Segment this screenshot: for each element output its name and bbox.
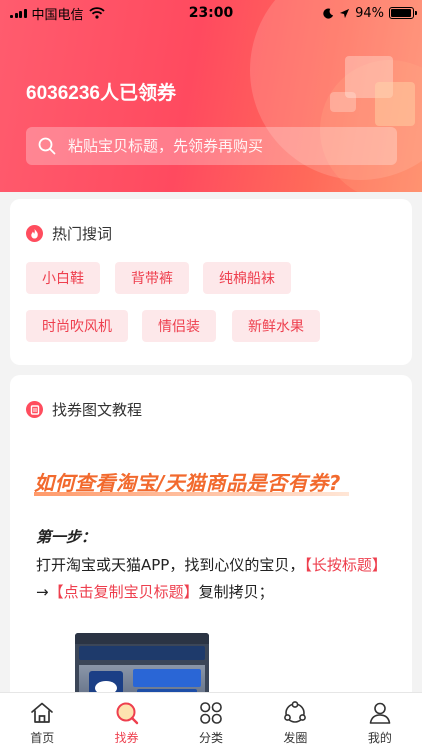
battery-icon xyxy=(389,7,417,19)
gift-box-decoration xyxy=(375,82,415,126)
tab-label: 我的 xyxy=(367,731,392,745)
claimed-count: 6036236人已领券 xyxy=(26,83,176,104)
tab-label: 发圈 xyxy=(283,731,308,745)
flame-icon xyxy=(26,225,43,242)
hot-search-header: 热门搜词 xyxy=(26,223,112,244)
tab-coupon-search[interactable]: 找券 xyxy=(84,693,168,750)
tab-category[interactable]: 分类 xyxy=(169,693,253,750)
hero-banner: 6036236人已领券 xyxy=(0,0,422,192)
tab-label: 找券 xyxy=(114,731,139,745)
step-text: 打开淘宝或天猫APP，找到心仪的宝贝， xyxy=(36,556,305,574)
battery-percent: 94% xyxy=(355,5,384,21)
cellular-signal-icon xyxy=(10,8,27,18)
tab-share[interactable]: 发圈 xyxy=(253,693,337,750)
tab-label: 分类 xyxy=(199,731,224,745)
step-highlight: 【点击复制宝贝标题】 xyxy=(48,583,199,601)
step-highlight: 【长按标题】 xyxy=(304,556,387,574)
search-input[interactable] xyxy=(68,137,397,155)
tutorial-header: 找券图文教程 xyxy=(26,399,142,420)
tutorial-heading: 如何查看淘宝/天猫商品是否有券? xyxy=(34,471,341,495)
hot-search-tag[interactable]: 背带裤 xyxy=(115,262,189,294)
tutorial-icon xyxy=(26,401,43,418)
tab-label: 首页 xyxy=(30,731,55,745)
hot-search-tag[interactable]: 小白鞋 xyxy=(26,262,100,294)
user-icon xyxy=(369,702,391,724)
battery-level xyxy=(391,9,411,17)
step-text: 复制拷贝； xyxy=(198,583,274,601)
hot-search-tag[interactable]: 纯棉船袜 xyxy=(203,262,291,294)
tutorial-card: 找券图文教程 如何查看淘宝/天猫商品是否有券? 第一步： 打开淘宝或天猫APP，… xyxy=(10,375,412,705)
carrier-name: 中国电信 xyxy=(31,7,84,23)
bottom-tab-bar: 首页 找券 分类 发圈 我的 xyxy=(0,692,422,750)
hot-search-title: 热门搜词 xyxy=(52,225,113,243)
tab-profile[interactable]: 我的 xyxy=(338,693,422,750)
step-description: 打开淘宝或天猫APP，找到心仪的宝贝，【长按标题】 →【点击复制宝贝标题】复制拷贝… xyxy=(36,552,391,606)
home-icon xyxy=(31,702,54,723)
gift-box-decoration xyxy=(330,92,356,112)
tutorial-title: 找券图文教程 xyxy=(52,401,143,419)
coupon-search-icon xyxy=(116,702,138,725)
tab-home[interactable]: 首页 xyxy=(0,693,84,750)
location-arrow-icon xyxy=(340,8,350,18)
search-bar[interactable] xyxy=(26,127,397,165)
wifi-icon xyxy=(88,7,105,19)
hot-search-card: 热门搜词 小白鞋 背带裤 纯棉船袜 时尚吹风机 情侣装 新鲜水果 xyxy=(10,199,412,365)
category-icon xyxy=(200,702,222,724)
hot-search-tag[interactable]: 新鲜水果 xyxy=(232,310,320,342)
step-label: 第一步： xyxy=(36,528,97,546)
hot-search-tag[interactable]: 时尚吹风机 xyxy=(26,310,128,342)
step-text: → xyxy=(36,583,49,601)
share-icon xyxy=(284,701,307,723)
status-bar: 中国电信 23:00 94% xyxy=(0,0,422,26)
moon-icon xyxy=(323,8,334,19)
search-icon xyxy=(38,137,56,155)
hot-search-tag[interactable]: 情侣装 xyxy=(142,310,216,342)
